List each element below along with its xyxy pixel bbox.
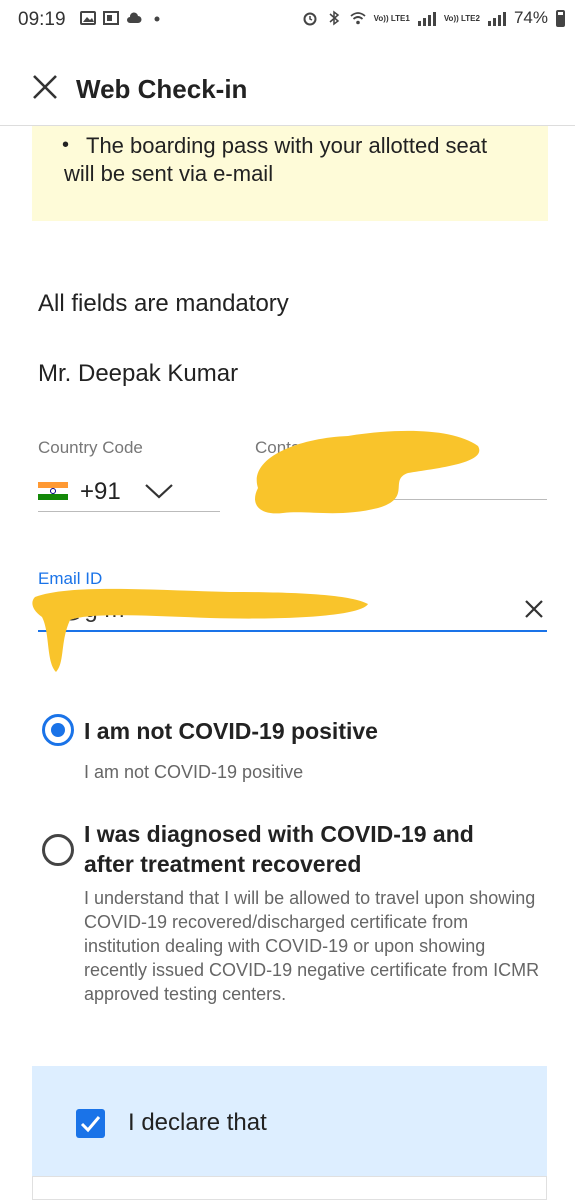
signal1-icon: [417, 10, 436, 26]
alarm-icon: [303, 12, 317, 26]
mandatory-notice: All fields are mandatory: [38, 290, 289, 317]
radio-recovered[interactable]: [42, 834, 74, 866]
wifi-icon: [350, 12, 366, 25]
lte2-indicator: Vo)) LTE2: [443, 13, 480, 23]
status-bar: 09:19 Vo)) LTE1 Vo)) LTE2 74%: [0, 0, 575, 40]
clear-icon[interactable]: [523, 598, 545, 620]
option-not-positive-title[interactable]: I am not COVID-19 positive: [84, 716, 378, 746]
redaction-mark: [255, 430, 480, 514]
notification-icons: [80, 10, 165, 26]
country-code-value: +91: [80, 478, 121, 505]
declare-label[interactable]: I declare that: [128, 1109, 267, 1137]
option-not-positive-desc: I am not COVID-19 positive: [84, 762, 304, 782]
declare-checkbox[interactable]: [76, 1109, 105, 1138]
option-recovered-desc: I understand that I will be allowed to t…: [84, 888, 540, 1004]
dot-icon: [154, 16, 160, 22]
cloud-icon: [127, 12, 142, 23]
gallery-icon: [80, 11, 96, 25]
chevron-down-icon: [145, 484, 173, 499]
checkmark-icon: [80, 1116, 101, 1133]
lte1-indicator: Vo)) LTE1: [373, 13, 410, 23]
status-time: 09:19: [18, 9, 66, 30]
declaration-content: [32, 1176, 547, 1200]
page-title: Web Check-in: [76, 74, 248, 104]
radio-not-positive[interactable]: [42, 714, 74, 746]
redaction-mark: [32, 588, 368, 672]
bluetooth-icon: [329, 10, 339, 26]
passenger-name: Mr. Deepak Kumar: [38, 360, 239, 387]
country-code-select[interactable]: +91: [38, 474, 220, 512]
signal2-icon: [487, 10, 506, 26]
india-flag-icon: [38, 482, 68, 500]
battery-icon: [556, 9, 565, 27]
sim-icon: [103, 11, 119, 25]
country-code-label: Country Code: [38, 438, 143, 457]
battery-percent: 74%: [513, 8, 548, 27]
note-text: The boarding pass with your allotted sea…: [64, 133, 488, 186]
system-icons: Vo)) LTE1 Vo)) LTE2 74%: [302, 8, 565, 28]
info-note: • The boarding pass with your allotted s…: [32, 126, 548, 221]
close-icon[interactable]: [30, 72, 60, 102]
app-header: Web Check-in: [0, 40, 575, 126]
option-recovered-title[interactable]: I was diagnosed with COVID-19 and after …: [84, 819, 524, 879]
